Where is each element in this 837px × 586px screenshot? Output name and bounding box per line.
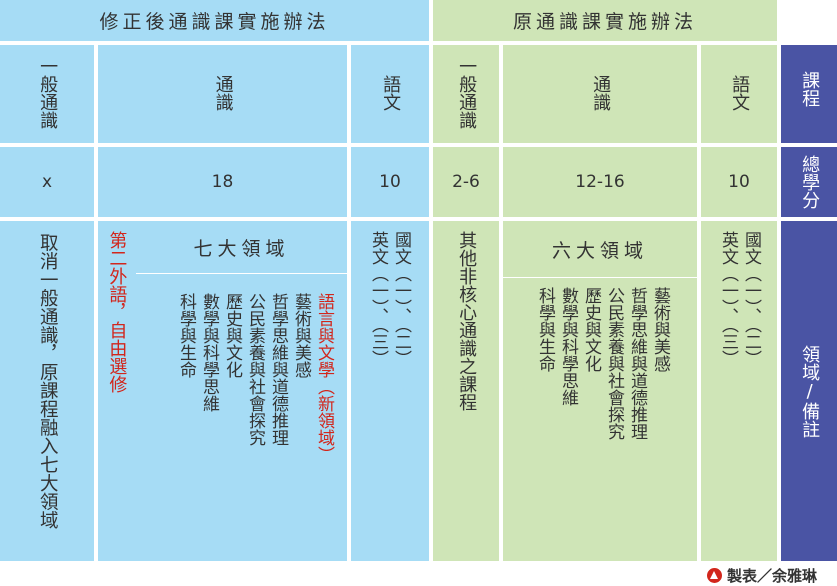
- col-original-general: 一般通識: [433, 45, 499, 143]
- side-label-credits-text: 總學分: [799, 155, 821, 209]
- credits-revised-language: 10: [351, 147, 429, 217]
- domain-arts: 藝術與美感: [291, 293, 311, 378]
- orig-domain-civics: 公民素養與社會探究: [604, 287, 624, 440]
- chinese-course: 國文（一）、（二）: [391, 231, 411, 367]
- col-original-language-label: 語文: [729, 75, 751, 111]
- note-revised-language: 國文（一）、（二） 英文（一）、（三）: [351, 221, 429, 561]
- note-revised-general-text: 取消一般通識，原課程融入七大領域: [37, 233, 59, 529]
- col-revised-language-label: 語文: [380, 75, 402, 111]
- col-revised-general: 一般通識: [0, 45, 94, 143]
- english-course: 英文（一）、（三）: [368, 231, 388, 367]
- domain-language-literature: 語言與文學（新領域）: [314, 293, 334, 463]
- logo-badge-icon: [706, 568, 722, 583]
- col-revised-general-label: 一般通識: [37, 57, 59, 129]
- side-label-domain: 領域/備註: [781, 221, 837, 561]
- col-original-tongshi: 通識: [503, 45, 697, 143]
- orig-domain-math: 數學與科學思維: [558, 287, 578, 406]
- note-original-language: 國文（一）、（二） 英文（一）、（三）: [701, 221, 777, 561]
- col-original-language: 語文: [701, 45, 777, 143]
- domain-math: 數學與科學思維: [199, 293, 219, 412]
- orig-domain-history: 歷史與文化: [581, 287, 601, 372]
- orig-domain-philosophy: 哲學思維與道德推理: [627, 287, 647, 440]
- col-revised-tongshi: 通識: [98, 45, 347, 143]
- credits-revised-tongshi: 18: [98, 147, 347, 217]
- note-original-tongshi: 六大領域 藝術與美感 哲學思維與道德推理 公民素養與社會探究 歷史與文化 數學與…: [503, 221, 697, 561]
- side-label-credits: 總學分: [781, 147, 837, 217]
- original-language-list: 國文（一）、（二） 英文（一）、（三）: [716, 231, 762, 367]
- second-language-note: 第二外語，自由選修: [106, 231, 128, 393]
- seven-domains-divider: [136, 273, 347, 274]
- six-domains-list: 藝術與美感 哲學思維與道德推理 公民素養與社會探究 歷史與文化 數學與科學思維 …: [533, 287, 671, 440]
- col-original-tongshi-label: 通識: [590, 75, 612, 111]
- revised-language-list: 國文（一）、（二） 英文（一）、（三）: [366, 231, 412, 367]
- seven-domains-title: 七大領域: [193, 237, 290, 260]
- domain-philosophy: 哲學思維與道德推理: [268, 293, 288, 446]
- seven-domains-list: 語言與文學（新領域） 藝術與美感 哲學思維與道德推理 公民素養與社會探究 歷史與…: [174, 293, 335, 463]
- original-method-header: 原通識課實施辦法: [433, 0, 777, 41]
- credits-original-language: 10: [701, 147, 777, 217]
- domain-history: 歷史與文化: [222, 293, 242, 378]
- note-revised-tongshi: 第二外語，自由選修 七大領域 語言與文學（新領域） 藝術與美感 哲學思維與道德推…: [98, 221, 347, 561]
- side-label-course-text: 課程: [799, 71, 821, 107]
- note-original-general: 其他非核心通識之課程: [433, 221, 499, 561]
- domain-science: 科學與生命: [176, 293, 196, 378]
- col-revised-tongshi-label: 通識: [212, 75, 234, 111]
- side-label-domain-text: 領域/備註: [799, 344, 821, 438]
- credits-original-tongshi: 12-16: [503, 147, 697, 217]
- side-label-course: 課程: [781, 45, 837, 143]
- domain-civics: 公民素養與社會探究: [245, 293, 265, 446]
- revised-method-header: 修正後通識課實施辦法: [0, 0, 429, 41]
- note-original-general-text: 其他非核心通識之課程: [456, 231, 478, 411]
- orig-chinese-course: 國文（一）、（二）: [741, 231, 761, 367]
- orig-english-course: 英文（一）、（三）: [718, 231, 738, 367]
- orig-domain-science: 科學與生命: [535, 287, 555, 372]
- note-revised-general: 取消一般通識，原課程融入七大領域: [0, 221, 94, 561]
- six-domains-title: 六大領域: [551, 239, 648, 262]
- credits-original-general: 2-6: [433, 147, 499, 217]
- col-revised-language: 語文: [351, 45, 429, 143]
- six-domains-divider: [503, 277, 697, 278]
- orig-domain-arts: 藝術與美感: [650, 287, 670, 372]
- corner-blank: [781, 0, 837, 41]
- col-original-general-label: 一般通識: [456, 57, 478, 129]
- credits-revised-general: x: [0, 147, 94, 217]
